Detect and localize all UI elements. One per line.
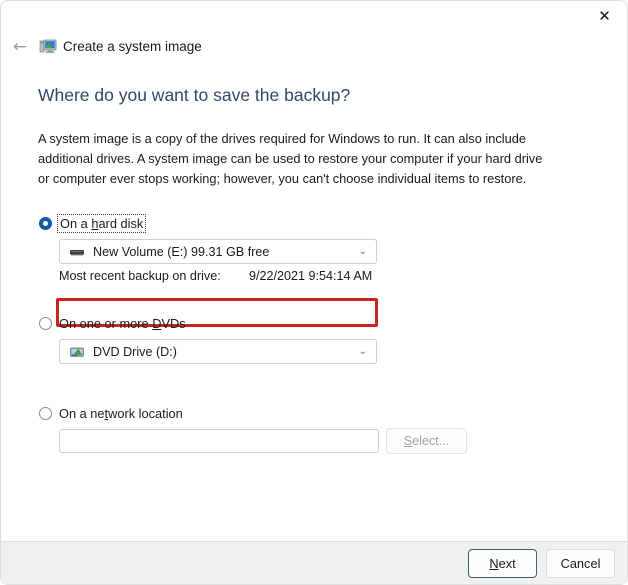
hard-disk-dropdown[interactable]: New Volume (E:) 99.31 GB free ⌄ bbox=[59, 239, 377, 264]
radio-on-a-hard-disk[interactable]: On a hard disk bbox=[39, 213, 147, 233]
title-bar: ✕ bbox=[1, 1, 627, 31]
intro-text: A system image is a copy of the drives r… bbox=[38, 131, 543, 186]
close-icon: ✕ bbox=[598, 6, 611, 25]
network-location-input[interactable] bbox=[59, 429, 379, 453]
select-button[interactable]: Select... bbox=[386, 428, 467, 454]
radio-label-hard-disk: On a hard disk bbox=[56, 213, 147, 233]
option-network-group: On a network location bbox=[39, 404, 183, 422]
radio-on-one-or-more-dvds[interactable]: On one or more DVDs bbox=[39, 314, 186, 332]
dvd-drive-icon bbox=[69, 344, 85, 360]
footer-bar: Next Cancel bbox=[1, 541, 627, 584]
radio-label-network: On a network location bbox=[59, 405, 183, 421]
radio-indicator-dvd bbox=[39, 316, 52, 330]
next-button[interactable]: Next bbox=[468, 549, 537, 578]
cancel-button[interactable]: Cancel bbox=[546, 549, 615, 578]
radio-indicator-hard-disk bbox=[39, 216, 52, 230]
create-system-image-window: ✕ ← Create a system image Where do you w… bbox=[0, 0, 628, 585]
navigation-row: ← Create a system image bbox=[1, 31, 627, 63]
chevron-down-icon: ⌄ bbox=[358, 245, 367, 257]
close-button[interactable]: ✕ bbox=[582, 1, 627, 31]
radio-indicator-network bbox=[39, 406, 52, 420]
most-recent-backup-row: Most recent backup on drive: 9/22/2021 9… bbox=[59, 269, 379, 287]
most-recent-backup-value: 9/22/2021 9:54:14 AM bbox=[249, 269, 373, 283]
radio-label-dvd: On one or more DVDs bbox=[59, 315, 186, 331]
option-dvd-group: On one or more DVDs bbox=[39, 314, 186, 332]
app-title: Create a system image bbox=[63, 39, 202, 54]
back-button[interactable]: ← bbox=[7, 34, 33, 60]
back-arrow-icon: ← bbox=[12, 36, 28, 57]
most-recent-backup-label: Most recent backup on drive: bbox=[59, 269, 221, 283]
dvd-dropdown[interactable]: DVD Drive (D:) ⌄ bbox=[59, 339, 377, 364]
hard-disk-dropdown-value: New Volume (E:) 99.31 GB free bbox=[93, 244, 270, 259]
computer-monitor-icon bbox=[39, 37, 58, 56]
chevron-down-icon: ⌄ bbox=[358, 345, 367, 357]
radio-on-a-network-location[interactable]: On a network location bbox=[39, 404, 183, 422]
hard-drive-icon bbox=[69, 244, 85, 260]
dvd-dropdown-value: DVD Drive (D:) bbox=[93, 344, 177, 359]
option-hard-disk-group: On a hard disk bbox=[39, 213, 147, 233]
content-area: Where do you want to save the backup? A … bbox=[1, 63, 627, 541]
page-title: Where do you want to save the backup? bbox=[38, 85, 351, 105]
